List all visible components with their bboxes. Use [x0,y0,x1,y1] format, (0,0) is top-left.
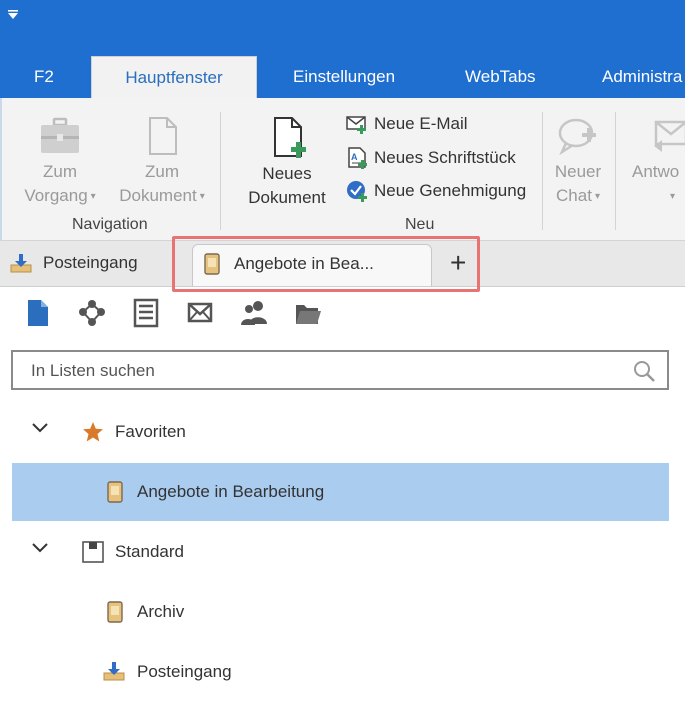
chevron-down-icon: ▾ [670,190,676,202]
folder-binder-icon [107,601,123,623]
tree-label-angebote: Angebote in Bearbeitung [137,482,325,501]
tab-hauptfenster[interactable]: Hauptfenster [91,56,257,99]
zum-dokument-line2: Dokument ▾ [119,186,205,205]
inbox-icon [103,662,125,681]
letter-icon: A [348,147,367,169]
neu-group-label: Neu [405,216,435,233]
chevron-down-icon: ▾ [199,190,205,202]
highlight-box [172,236,480,292]
chat-icon [558,118,596,156]
email-icon [346,116,366,134]
search-box [11,350,669,390]
chevron-down-icon: ▾ [90,190,96,202]
antworten-line1: Antwo [632,162,680,181]
ribbon-edge [0,98,2,241]
neues-dokument-button[interactable]: Neues Dokument [240,116,334,210]
folder-icon[interactable] [294,298,322,328]
reply-icon [654,120,685,152]
neue-genehmigung-button[interactable]: Neue Genehmigung [346,180,526,202]
group-separator [542,112,543,230]
zum-vorgang-button[interactable]: Zum Vorgang ▾ [18,116,102,209]
neue-email-button[interactable]: Neue E-Mail [346,114,468,134]
tree-item-standard[interactable]: Standard [12,523,669,581]
quick-access-arrow-icon[interactable] [7,10,19,20]
chevron-down-icon[interactable] [32,543,48,553]
antworten-button[interactable]: Antwo ▾ [630,116,685,209]
neues-dokument-line2: Dokument [248,188,326,207]
tab-webtabs[interactable]: WebTabs [465,56,536,98]
zum-vorgang-line1: Zum [43,162,77,181]
chevron-down-icon[interactable] [32,423,48,433]
workflow-icon[interactable] [78,298,106,328]
tree-label-standard: Standard [115,542,184,561]
zum-dokument-button[interactable]: Zum Dokument ▾ [112,116,212,209]
folder-binder-icon [107,481,123,503]
neue-email-label: Neue E-Mail [374,114,468,133]
tree-item-angebote-in-bearbeitung[interactable]: Angebote in Bearbeitung [12,463,669,521]
mail-icon[interactable] [186,298,214,328]
register-icon[interactable] [132,298,160,328]
standard-list-icon [82,541,104,563]
briefcase-icon [41,117,79,153]
navigation-group-label: Navigation [72,216,148,233]
users-icon[interactable] [240,298,268,328]
document-list-icon[interactable] [24,298,52,328]
svg-text:A: A [351,152,358,162]
tab-administration[interactable]: Administra [602,56,682,98]
approval-check-icon [347,181,367,202]
search-input[interactable] [31,359,611,383]
star-icon [83,422,103,442]
tree-label-archiv: Archiv [137,602,185,621]
tab-posteingang[interactable]: Posteingang [10,253,138,273]
neue-genehmigung-label: Neue Genehmigung [374,181,527,200]
neuer-chat-line1: Neuer [554,162,602,181]
tree-item-favoriten[interactable]: Favoriten [12,403,669,461]
zum-vorgang-line2: Vorgang ▾ [24,186,96,205]
neues-dokument-line1: Neues [262,164,312,183]
tree-label-posteingang: Posteingang [137,662,232,681]
document-icon [149,117,177,155]
tree-item-posteingang[interactable]: Posteingang [12,643,669,701]
group-separator [615,112,616,230]
tab-einstellungen[interactable]: Einstellungen [293,56,395,98]
new-document-icon [274,117,306,158]
group-separator [220,112,221,230]
title-bar [0,0,685,56]
chevron-down-icon: ▾ [594,190,600,202]
neues-schriftstueck-button[interactable]: A Neues Schriftstück [346,147,516,169]
neues-schriftstueck-label: Neues Schriftstück [374,148,516,167]
search-icon[interactable] [633,360,655,382]
tab-posteingang-label: Posteingang [43,253,138,272]
ribbon-tab-row: F2 Hauptfenster Einstellungen WebTabs Ad… [0,56,685,99]
tree-label-favoriten: Favoriten [115,422,186,441]
zum-dokument-line1: Zum [145,162,179,181]
neuer-chat-line2: Chat ▾ [556,186,600,205]
tree-item-archiv[interactable]: Archiv [12,583,669,641]
tab-f2[interactable]: F2 [34,56,54,98]
neuer-chat-button[interactable]: Neuer Chat ▾ [548,116,608,209]
inbox-icon [10,254,32,273]
